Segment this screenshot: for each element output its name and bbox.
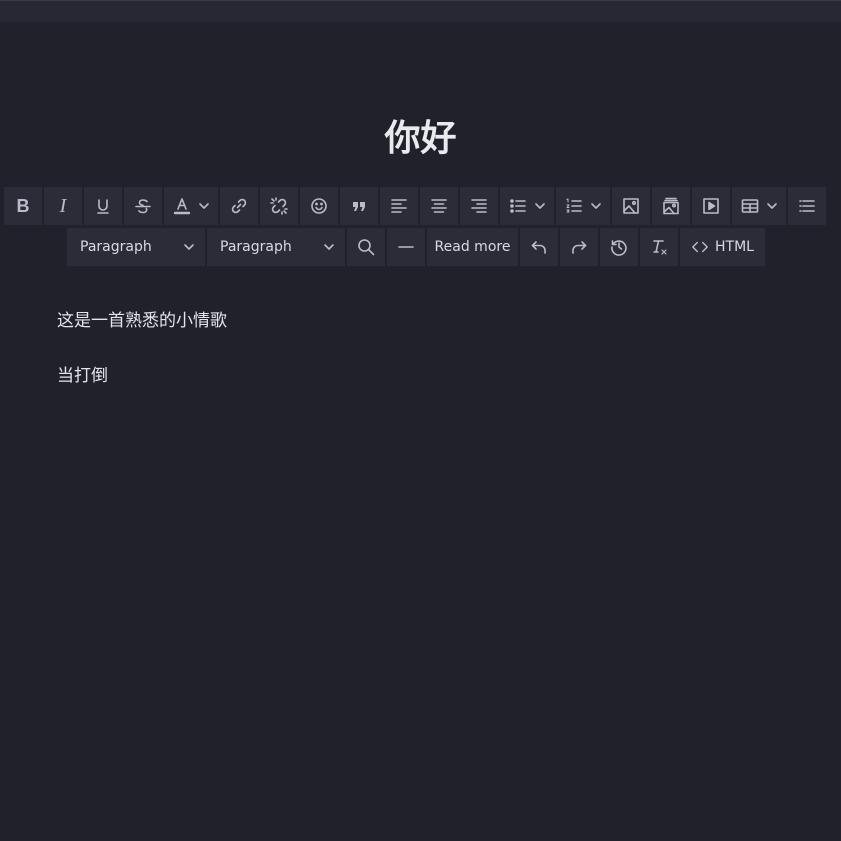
- numbered-list-button[interactable]: [556, 187, 610, 225]
- editor-content[interactable]: 这是一首熟悉的小情歌 当打倒: [57, 310, 227, 420]
- numbered-list-icon: [566, 198, 582, 213]
- align-center-icon: [431, 199, 447, 213]
- horizontal-rule-button[interactable]: [387, 228, 425, 266]
- gallery-button[interactable]: [652, 187, 690, 225]
- unlink-icon: [270, 197, 288, 215]
- chevron-down-icon: [535, 203, 545, 209]
- unlink-button[interactable]: [260, 187, 298, 225]
- html-source-button[interactable]: HTML: [680, 228, 765, 266]
- search-button[interactable]: [347, 228, 385, 266]
- font-format-label: Paragraph: [220, 239, 292, 255]
- quote-icon: [353, 202, 365, 211]
- emoji-button[interactable]: [300, 187, 338, 225]
- align-center-button[interactable]: [420, 187, 458, 225]
- chevron-down-icon: [199, 203, 209, 209]
- block-format-select[interactable]: Paragraph: [67, 228, 205, 266]
- italic-button[interactable]: I: [44, 187, 82, 225]
- content-paragraph: 这是一首熟悉的小情歌: [57, 311, 227, 331]
- table-icon: [741, 199, 759, 213]
- align-left-icon: [391, 199, 407, 213]
- image-button[interactable]: [612, 187, 650, 225]
- gallery-icon: [663, 197, 679, 215]
- underline-button[interactable]: [84, 187, 122, 225]
- bold-button[interactable]: B: [4, 187, 42, 225]
- history-icon: [611, 240, 627, 256]
- media-play-icon: [703, 198, 719, 214]
- bullet-list-button[interactable]: [500, 187, 554, 225]
- align-left-button[interactable]: [380, 187, 418, 225]
- bullet-list-icon: [510, 199, 526, 213]
- underline-icon: [97, 199, 109, 214]
- strikethrough-icon: [135, 199, 151, 214]
- emoji-icon: [311, 198, 327, 214]
- clear-formatting-button[interactable]: [640, 228, 678, 266]
- redo-button[interactable]: [560, 228, 598, 266]
- italic-icon: I: [59, 194, 67, 217]
- chevron-down-icon: [324, 244, 334, 250]
- code-icon: [692, 241, 708, 253]
- html-label: HTML: [715, 239, 754, 255]
- text-color-icon: [173, 198, 191, 215]
- link-icon: [231, 198, 247, 214]
- bold-icon: B: [16, 195, 30, 216]
- content-paragraph: 当打倒: [57, 366, 108, 386]
- more-list-icon: [799, 200, 815, 212]
- align-right-button[interactable]: [460, 187, 498, 225]
- more-button[interactable]: [788, 187, 826, 225]
- align-right-icon: [471, 199, 487, 213]
- toolbar-row-2: Paragraph Paragraph Read more HTML: [67, 228, 765, 266]
- top-bar: [0, 0, 841, 22]
- clear-formatting-icon: [653, 240, 667, 255]
- search-icon: [358, 239, 375, 256]
- chevron-down-icon: [767, 203, 777, 209]
- toolbar-row-1: B I: [4, 187, 826, 225]
- font-format-select[interactable]: Paragraph: [207, 228, 345, 266]
- chevron-down-icon: [184, 244, 194, 250]
- blockquote-button[interactable]: [340, 187, 378, 225]
- table-button[interactable]: [732, 187, 786, 225]
- history-button[interactable]: [600, 228, 638, 266]
- chevron-down-icon: [591, 203, 601, 209]
- text-color-button[interactable]: [164, 187, 218, 225]
- undo-icon: [531, 241, 546, 254]
- redo-icon: [572, 241, 587, 254]
- strikethrough-button[interactable]: [124, 187, 162, 225]
- read-more-label: Read more: [434, 239, 511, 255]
- media-button[interactable]: [692, 187, 730, 225]
- block-format-label: Paragraph: [80, 239, 152, 255]
- read-more-button[interactable]: Read more: [427, 228, 518, 266]
- document-title: 你好: [384, 118, 457, 159]
- link-button[interactable]: [220, 187, 258, 225]
- undo-button[interactable]: [520, 228, 558, 266]
- image-icon: [623, 198, 639, 214]
- horizontal-rule-icon: [398, 246, 414, 248]
